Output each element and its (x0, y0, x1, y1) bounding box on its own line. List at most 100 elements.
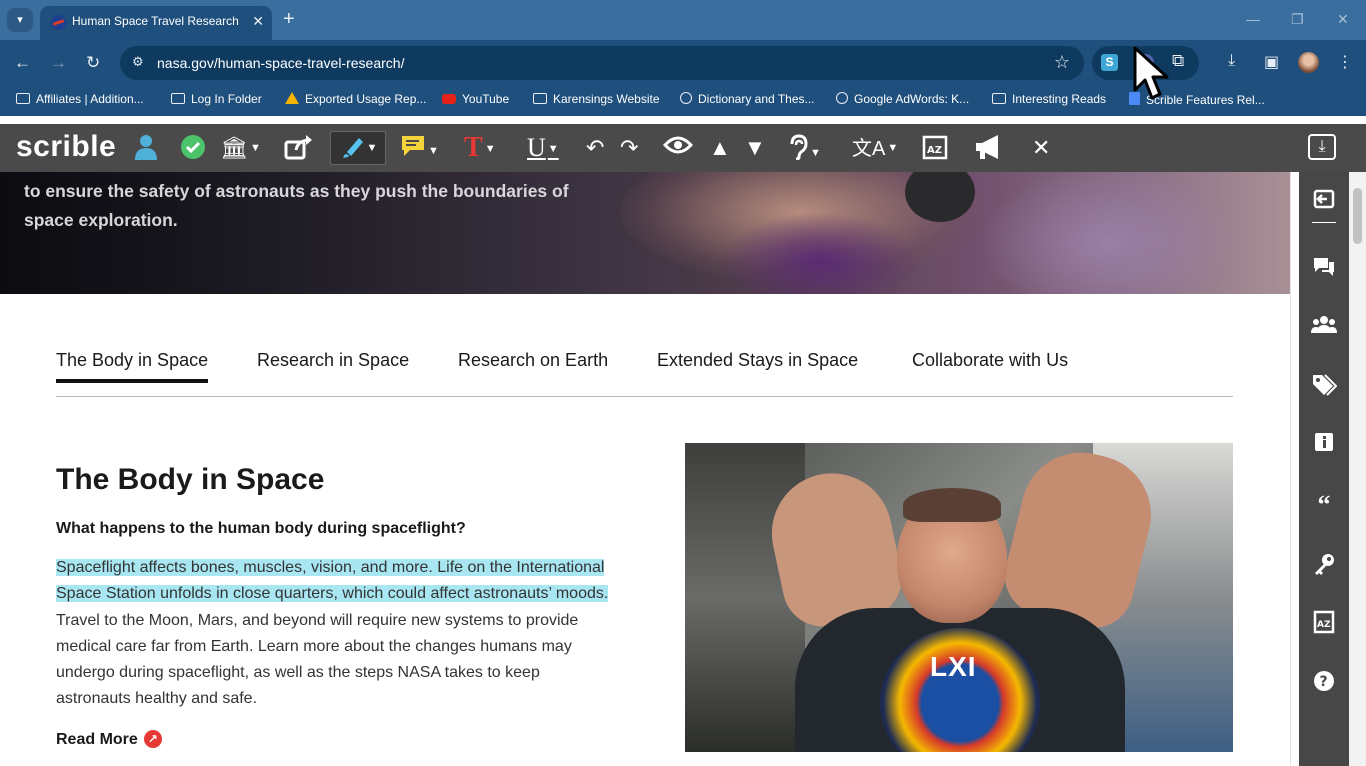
download-icon[interactable]: ⤓ (1308, 134, 1336, 160)
hero-text: to ensure the safety of astronauts as th… (24, 181, 569, 230)
tab-search-button[interactable]: ▾ (7, 8, 33, 32)
window-close-icon[interactable]: ✕ (1337, 11, 1349, 28)
folder-icon (16, 93, 30, 104)
up-icon[interactable]: ▲ (709, 134, 731, 162)
mission-patch-text: LXI (930, 651, 977, 682)
bookmark-item[interactable]: Karensings Website (533, 92, 660, 106)
help-icon[interactable]: ? (1299, 670, 1349, 698)
highlighted-text[interactable]: Spaceflight affects bones, muscles, visi… (56, 559, 609, 603)
bookmark-item[interactable]: Log In Folder (171, 92, 262, 106)
tab-extended-stays[interactable]: Extended Stays in Space (657, 350, 858, 371)
highlighter-icon[interactable]: ▼ (330, 131, 386, 165)
groups-icon[interactable] (1299, 314, 1349, 340)
tab-collaborate[interactable]: Collaborate with Us (912, 350, 1068, 371)
new-tab-button[interactable]: + (283, 9, 295, 29)
read-more-link[interactable]: Read More ↗ (56, 730, 162, 749)
url-text[interactable]: nasa.gov/human-space-travel-research/ (157, 55, 404, 71)
site-info-icon[interactable]: ⚙ (132, 54, 144, 70)
note-icon[interactable]: ▼ (400, 134, 439, 162)
scrollbar-thumb[interactable] (1353, 188, 1362, 244)
comments-icon[interactable] (1299, 256, 1349, 284)
bookmark-label: Google AdWords: K... (854, 92, 970, 106)
bookmark-label: Affiliates | Addition... (36, 92, 144, 106)
astronaut-photo: LXI (685, 443, 1233, 752)
bookmark-item[interactable]: YouTube (442, 92, 509, 106)
extensions-puzzle-icon[interactable]: ⧉ (1172, 51, 1184, 71)
bookmark-label: Exported Usage Rep... (305, 92, 427, 106)
back-icon[interactable]: ← (14, 53, 31, 73)
redo-icon[interactable]: ↷ (620, 134, 638, 162)
bookmark-item[interactable]: Google AdWords: K... (836, 92, 969, 106)
drive-icon (285, 92, 299, 104)
folder-icon (992, 93, 1006, 104)
page-scrollbar[interactable] (1349, 172, 1366, 766)
close-icon[interactable]: ✕ (1032, 134, 1050, 162)
download-icon[interactable]: ⤓ (1228, 52, 1235, 70)
section-body: Spaceflight affects bones, muscles, visi… (56, 555, 616, 713)
read-more-label: Read More (56, 731, 138, 748)
minimize-icon[interactable]: — (1246, 11, 1260, 27)
side-panel-icon[interactable]: ▣ (1264, 52, 1279, 72)
menu-icon[interactable]: ⋮ (1337, 52, 1353, 72)
bookmark-item[interactable]: Dictionary and Thes... (680, 92, 815, 106)
info-icon[interactable] (1299, 431, 1349, 459)
browser-tab-active[interactable]: Human Space Travel Research - ✕ (40, 6, 272, 40)
address-bar[interactable]: ⚙ nasa.gov/human-space-travel-research/ … (120, 46, 1084, 80)
tab-close-icon[interactable]: ✕ (252, 13, 264, 30)
share-icon[interactable] (284, 134, 314, 162)
check-icon[interactable] (180, 134, 206, 162)
hero-image-shape (980, 172, 1240, 294)
arrow-up-right-icon: ↗ (143, 730, 162, 748)
quote-icon[interactable]: “ (1299, 490, 1349, 520)
undo-icon[interactable]: ↶ (586, 134, 604, 162)
svg-text:?: ? (1320, 674, 1328, 690)
translate-icon[interactable]: 文A ▼ (852, 134, 898, 162)
restore-icon[interactable]: ❐ (1291, 11, 1304, 28)
photo-shape (903, 488, 1001, 522)
globe-icon (836, 92, 848, 104)
scrible-toolbar: scrible 🏛 ▼ ▼ ▼ T ▼ U ▼ ↶ ↷ ▲ ▼ ▼ 文A ▼ AZ ✕ … (0, 124, 1366, 172)
key-icon[interactable] (1299, 553, 1349, 581)
folder-icon (533, 93, 547, 104)
body-text: Travel to the Moon, Mars, and beyond wil… (56, 611, 579, 708)
sidebar-divider (1312, 222, 1336, 223)
scrible-logo: scrible (16, 130, 117, 163)
bookmark-star-icon[interactable]: ☆ (1054, 52, 1070, 73)
bookmark-label: Log In Folder (191, 92, 262, 106)
tab-research-on-earth[interactable]: Research on Earth (458, 350, 608, 371)
down-icon[interactable]: ▼ (744, 134, 766, 162)
tab-body-in-space[interactable]: The Body in Space (56, 350, 209, 383)
eye-icon[interactable] (662, 134, 694, 162)
reload-icon[interactable]: ↻ (86, 53, 100, 73)
tags-icon[interactable] (1299, 373, 1349, 403)
bookmark-label: YouTube (462, 92, 510, 106)
library-icon[interactable]: 🏛 ▼ (220, 134, 261, 162)
bookmark-label: Interesting Reads (1012, 92, 1107, 106)
section-question: What happens to the human body during sp… (56, 520, 466, 537)
collapse-icon[interactable] (1299, 189, 1349, 215)
svg-text:AZ: AZ (1317, 620, 1331, 630)
svg-text:AZ: AZ (927, 145, 942, 156)
listen-icon[interactable]: ▼ (786, 134, 821, 162)
bookmark-item[interactable]: Interesting Reads (992, 92, 1106, 106)
tab-research-in-space[interactable]: Research in Space (257, 350, 409, 371)
tab-title: Human Space Travel Research - (72, 14, 242, 28)
scrible-extension-icon[interactable]: S (1101, 54, 1118, 71)
profile-avatar[interactable] (1298, 52, 1319, 73)
section-title: The Body in Space (56, 463, 325, 496)
text-color-icon[interactable]: T ▼ (464, 134, 496, 162)
bookmark-label: Dictionary and Thes... (698, 92, 815, 106)
dictionary-icon[interactable]: AZ (1299, 610, 1349, 640)
underline-icon[interactable]: U ▼ (527, 134, 559, 162)
dictionary-icon[interactable]: AZ (922, 134, 948, 162)
section-tabs: The Body in Space Research in Space Rese… (56, 348, 1233, 397)
globe-icon (680, 92, 692, 104)
hero-image: to ensure the safety of astronauts as th… (0, 172, 1290, 294)
announce-icon[interactable] (974, 134, 1004, 162)
bookmark-item[interactable]: Exported Usage Rep... (285, 92, 426, 106)
user-icon[interactable] (133, 134, 159, 162)
forward-icon[interactable]: → (50, 53, 67, 73)
browser-tab-bar: ▾ Human Space Travel Research - ✕ + — ❐ … (0, 0, 1366, 40)
nasa-favicon-icon (51, 15, 66, 30)
bookmark-item[interactable]: Affiliates | Addition... (16, 92, 144, 106)
